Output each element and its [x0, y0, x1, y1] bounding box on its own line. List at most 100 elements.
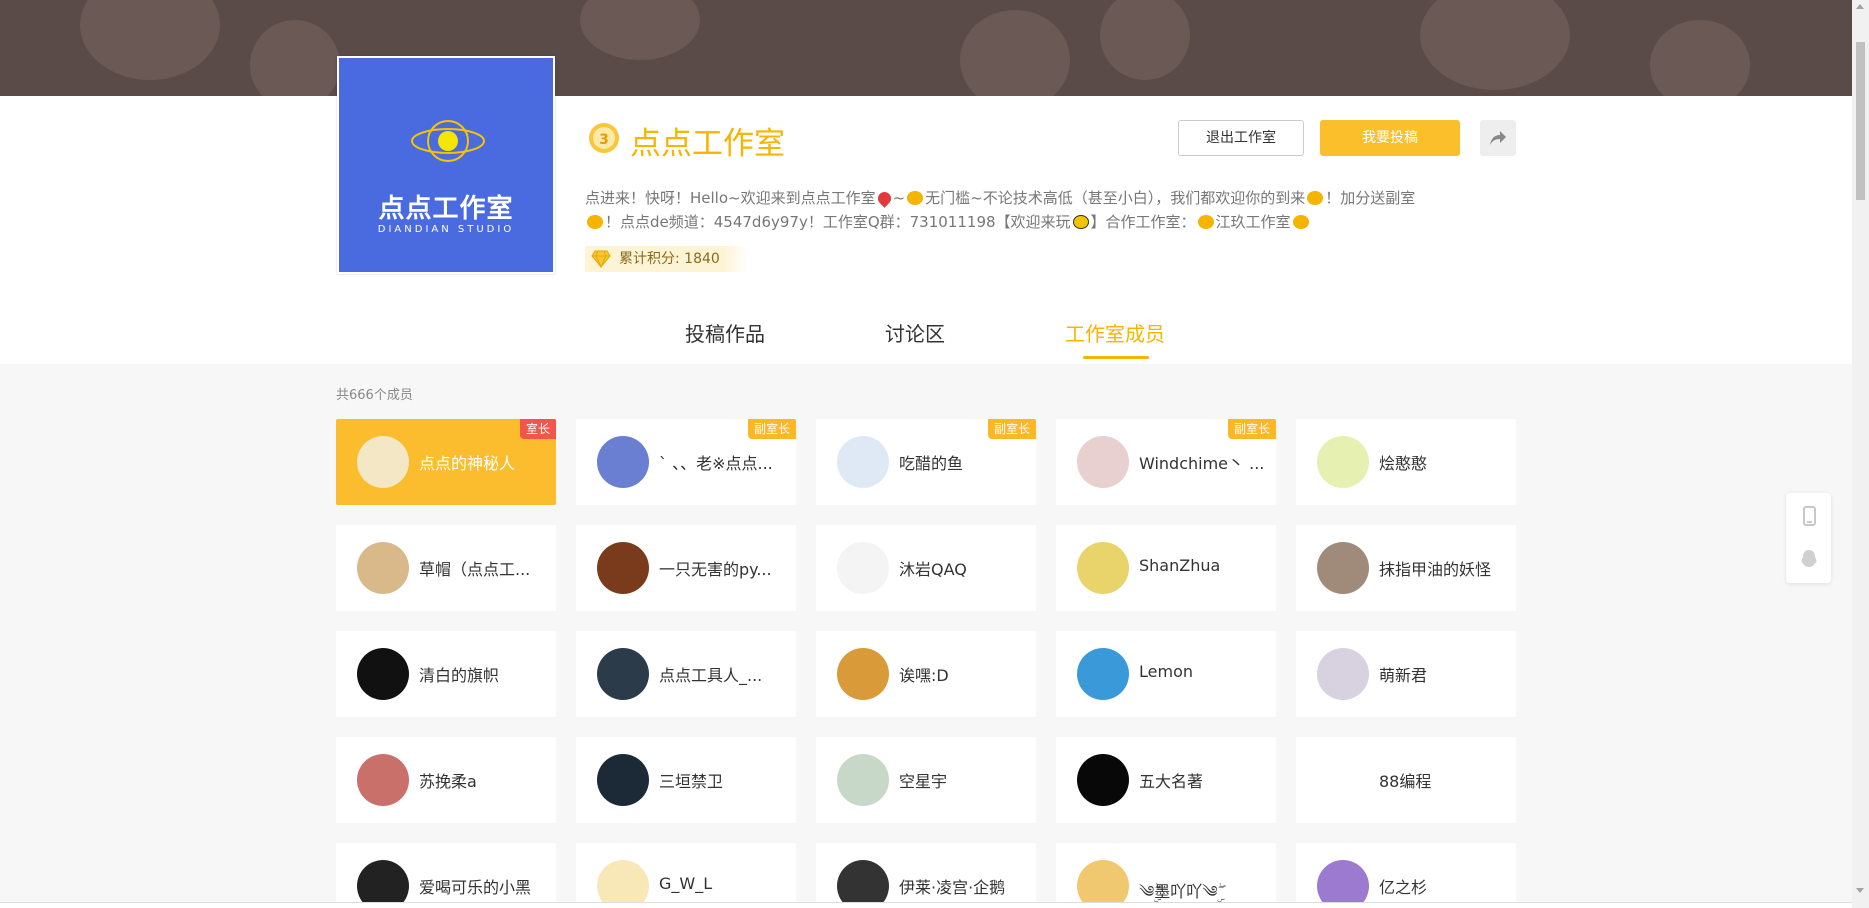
score-label: 累计积分: 1840 — [619, 251, 720, 267]
member-card[interactable]: 一只无害的py... — [576, 525, 796, 611]
tab-works[interactable]: 投稿作品 — [685, 318, 765, 347]
avatar[interactable] — [357, 754, 409, 806]
avatar[interactable] — [1077, 754, 1129, 806]
tab-discussion[interactable]: 讨论区 — [885, 318, 945, 347]
side-toolbar — [1786, 493, 1831, 583]
avatar[interactable] — [1077, 860, 1129, 908]
member-name[interactable]: ` 、、老※点点... — [659, 450, 787, 474]
member-card[interactable]: 三垣禁卫 — [576, 737, 796, 823]
share-button[interactable] — [1480, 120, 1516, 156]
member-card[interactable]: ༄ۣۖ墨吖吖༄ۣۖ — [1056, 843, 1276, 908]
member-card[interactable]: 点点的神秘人 室长 — [336, 419, 556, 505]
member-name[interactable]: 一只无害的py... — [659, 556, 787, 580]
avatar[interactable] — [597, 542, 649, 594]
member-name[interactable]: 萌新君 — [1379, 662, 1507, 686]
scroll-up-icon[interactable] — [1856, 4, 1864, 9]
exit-studio-button[interactable]: 退出工作室 — [1178, 120, 1304, 156]
avatar[interactable] — [837, 860, 889, 908]
page-bottom-edge — [0, 902, 1852, 908]
member-card[interactable]: 萌新君 — [1296, 631, 1516, 717]
member-card[interactable]: 草帽（点点工... — [336, 525, 556, 611]
avatar[interactable] — [1317, 436, 1369, 488]
qq-icon[interactable] — [1798, 548, 1820, 570]
member-name[interactable]: 点点的神秘人 — [419, 450, 547, 474]
avatar[interactable] — [1077, 436, 1129, 488]
avatar[interactable] — [1077, 542, 1129, 594]
avatar[interactable] — [837, 436, 889, 488]
vertical-scrollbar[interactable] — [1852, 0, 1869, 908]
avatar[interactable] — [1077, 648, 1129, 700]
avatar[interactable] — [837, 754, 889, 806]
avatar[interactable] — [837, 542, 889, 594]
planet-icon — [411, 120, 485, 162]
member-card[interactable]: Windchime丶 ... 副室长 — [1056, 419, 1276, 505]
avatar[interactable] — [357, 860, 409, 908]
member-card[interactable]: 吃醋的鱼 副室长 — [816, 419, 1036, 505]
avatar[interactable] — [597, 860, 649, 908]
member-name[interactable]: 苏挽柔a — [419, 768, 547, 792]
avatar[interactable] — [1317, 648, 1369, 700]
svg-text:3: 3 — [599, 132, 609, 148]
avatar[interactable] — [1317, 860, 1369, 908]
member-name[interactable]: 清白的旗帜 — [419, 662, 547, 686]
member-card[interactable]: 抹指甲油的妖怪 — [1296, 525, 1516, 611]
avatar[interactable] — [597, 754, 649, 806]
member-name[interactable]: 吃醋的鱼 — [899, 450, 1027, 474]
member-card[interactable]: G_W_L — [576, 843, 796, 908]
scrollbar-thumb[interactable] — [1856, 42, 1865, 200]
tab-members[interactable]: 工作室成员 — [1065, 318, 1165, 347]
avatar[interactable] — [597, 648, 649, 700]
avatar[interactable] — [357, 436, 409, 488]
role-badge: 副室长 — [1227, 419, 1276, 439]
member-name[interactable]: 三垣禁卫 — [659, 768, 787, 792]
member-name[interactable]: 点点工具人_... — [659, 662, 787, 686]
role-badge: 室长 — [519, 419, 556, 439]
member-card[interactable]: 烩憨憨 — [1296, 419, 1516, 505]
member-name[interactable]: 伊莱·凌宫·企鹅 — [899, 874, 1027, 898]
member-name[interactable]: 五大名著 — [1139, 768, 1267, 792]
member-name[interactable]: 亿之杉 — [1379, 874, 1507, 898]
member-card[interactable]: 爱喝可乐的小黑 — [336, 843, 556, 908]
member-name[interactable]: 爱喝可乐的小黑 — [419, 874, 547, 898]
member-card[interactable]: 伊莱·凌宫·企鹅 — [816, 843, 1036, 908]
member-name[interactable]: Windchime丶 ... — [1139, 450, 1267, 474]
member-card[interactable]: 88编程 — [1296, 737, 1516, 823]
member-name[interactable]: 诶嘿:D — [899, 662, 1027, 686]
heart-icon — [874, 189, 894, 208]
member-card[interactable]: ` 、、老※点点... 副室长 — [576, 419, 796, 505]
studio-description: 点进来！快呀！Hello~欢迎来到点点工作室 ~ 无门槛~不论技术高低（甚至小白），… — [585, 189, 1416, 231]
avatar[interactable] — [1317, 754, 1369, 806]
party-icon — [1307, 191, 1324, 205]
member-name[interactable]: ShanZhua — [1139, 556, 1267, 575]
scroll-down-icon[interactable] — [1856, 888, 1864, 893]
member-card[interactable]: 清白的旗帜 — [336, 631, 556, 717]
member-name[interactable]: 抹指甲油的妖怪 — [1379, 556, 1507, 580]
member-card[interactable]: 亿之杉 — [1296, 843, 1516, 908]
grin-icon — [1072, 215, 1089, 229]
role-badge: 副室长 — [987, 419, 1036, 439]
avatar[interactable] — [357, 648, 409, 700]
member-card[interactable]: 点点工具人_... — [576, 631, 796, 717]
member-name[interactable]: 草帽（点点工... — [419, 556, 547, 580]
member-name[interactable]: 空星宇 — [899, 768, 1027, 792]
avatar[interactable] — [597, 436, 649, 488]
member-name[interactable]: 沐岩QAQ — [899, 556, 1027, 580]
member-name[interactable]: Lemon — [1139, 662, 1267, 681]
member-card[interactable]: 诶嘿:D — [816, 631, 1036, 717]
member-name[interactable]: 烩憨憨 — [1379, 450, 1507, 474]
phone-icon[interactable] — [1798, 505, 1820, 527]
submit-work-button[interactable]: 我要投稿 — [1320, 120, 1460, 156]
member-card[interactable]: 空星宇 — [816, 737, 1036, 823]
avatar[interactable] — [837, 648, 889, 700]
member-card[interactable]: 沐岩QAQ — [816, 525, 1036, 611]
member-card[interactable]: 五大名著 — [1056, 737, 1276, 823]
top-banner — [0, 0, 1852, 96]
member-name[interactable]: G_W_L — [659, 874, 787, 893]
member-card[interactable]: ShanZhua — [1056, 525, 1276, 611]
avatar[interactable] — [1317, 542, 1369, 594]
level-badge-icon: 3 — [589, 123, 619, 153]
member-card[interactable]: 苏挽柔a — [336, 737, 556, 823]
member-name[interactable]: 88编程 — [1379, 768, 1507, 792]
avatar[interactable] — [357, 542, 409, 594]
member-card[interactable]: Lemon — [1056, 631, 1276, 717]
